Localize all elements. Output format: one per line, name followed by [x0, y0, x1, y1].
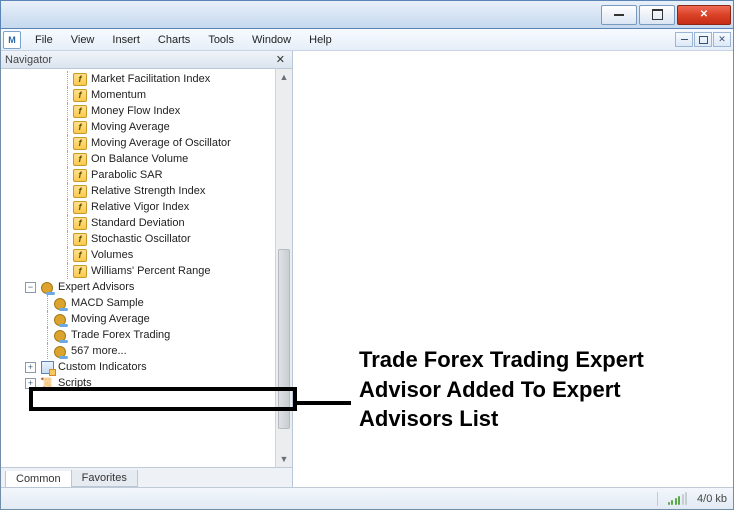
- function-icon: f: [73, 105, 87, 118]
- chart-area[interactable]: [293, 51, 733, 487]
- function-icon: f: [73, 249, 87, 262]
- tree-item[interactable]: Market Facilitation Index: [91, 73, 210, 85]
- window-minimize-button[interactable]: [601, 5, 637, 25]
- tree-item[interactable]: Moving Average of Oscillator: [91, 137, 231, 149]
- function-icon: f: [73, 201, 87, 214]
- expert-advisor-icon: [53, 345, 67, 358]
- function-icon: f: [73, 217, 87, 230]
- tree-item-ea[interactable]: MACD Sample: [71, 297, 144, 309]
- mdi-restore-button[interactable]: [694, 32, 712, 47]
- tree-item-ea[interactable]: Moving Average: [71, 313, 150, 325]
- expert-advisor-icon: [40, 281, 54, 294]
- function-icon: f: [73, 185, 87, 198]
- navigator-tabstrip: Common Favorites: [1, 467, 292, 487]
- workarea: Navigator ✕ f Market Facilitation Index f…: [1, 51, 733, 487]
- navigator-tree[interactable]: f Market Facilitation Index f Momentum f Mo…: [1, 69, 275, 467]
- tree-item[interactable]: Relative Strength Index: [91, 185, 205, 197]
- expert-advisor-icon: [53, 297, 67, 310]
- expand-toggle[interactable]: +: [25, 378, 36, 389]
- tab-favorites[interactable]: Favorites: [71, 470, 138, 487]
- mdi-minimize-button[interactable]: [675, 32, 693, 47]
- expert-advisor-icon: [53, 329, 67, 342]
- tree-item[interactable]: Money Flow Index: [91, 105, 180, 117]
- window-close-button[interactable]: [677, 5, 731, 25]
- navigator-panel: Navigator ✕ f Market Facilitation Index f…: [1, 51, 293, 487]
- function-icon: f: [73, 169, 87, 182]
- menu-window[interactable]: Window: [244, 32, 299, 48]
- function-icon: f: [73, 73, 87, 86]
- tree-item[interactable]: Standard Deviation: [91, 217, 185, 229]
- function-icon: f: [73, 153, 87, 166]
- navigator-title-bar: Navigator ✕: [1, 51, 292, 69]
- tree-folder-custom-indicators[interactable]: Custom Indicators: [58, 361, 147, 373]
- function-icon: f: [73, 265, 87, 278]
- connection-signal-icon: [668, 493, 688, 505]
- window-caption-bar: [0, 0, 734, 29]
- expert-advisor-icon: [53, 313, 67, 326]
- scroll-up-arrow[interactable]: ▲: [276, 69, 292, 85]
- mdi-close-button[interactable]: [713, 32, 731, 47]
- menu-tools[interactable]: Tools: [200, 32, 242, 48]
- tree-item[interactable]: Momentum: [91, 89, 146, 101]
- statusbar: 4/0 kb: [1, 487, 733, 509]
- menu-help[interactable]: Help: [301, 32, 340, 48]
- navigator-close-button[interactable]: ✕: [273, 53, 288, 66]
- tree-item[interactable]: Parabolic SAR: [91, 169, 163, 181]
- tree-item[interactable]: Stochastic Oscillator: [91, 233, 191, 245]
- tree-item[interactable]: Volumes: [91, 249, 133, 261]
- tree-folder-expert-advisors[interactable]: Expert Advisors: [58, 281, 134, 293]
- menu-charts[interactable]: Charts: [150, 32, 198, 48]
- tree-folder-scripts[interactable]: Scripts: [58, 377, 92, 389]
- tree-item[interactable]: Williams' Percent Range: [91, 265, 210, 277]
- function-icon: f: [73, 233, 87, 246]
- tab-common[interactable]: Common: [5, 471, 72, 488]
- status-bandwidth: 4/0 kb: [697, 493, 727, 505]
- menu-view[interactable]: View: [63, 32, 103, 48]
- tree-item-ea-more[interactable]: 567 more...: [71, 345, 127, 357]
- app-icon: M: [3, 31, 21, 49]
- navigator-title: Navigator: [5, 54, 52, 66]
- menu-file[interactable]: File: [27, 32, 61, 48]
- custom-indicator-icon: [40, 361, 54, 374]
- tree-item[interactable]: Relative Vigor Index: [91, 201, 189, 213]
- expand-toggle[interactable]: +: [25, 362, 36, 373]
- navigator-scrollbar[interactable]: ▲ ▼: [275, 69, 292, 467]
- tree-item[interactable]: Moving Average: [91, 121, 170, 133]
- expand-toggle[interactable]: −: [25, 282, 36, 293]
- scroll-down-arrow[interactable]: ▼: [276, 451, 292, 467]
- menu-insert[interactable]: Insert: [104, 32, 148, 48]
- function-icon: f: [73, 137, 87, 150]
- menubar: M File View Insert Charts Tools Window H…: [1, 29, 733, 51]
- scripts-icon: [40, 377, 54, 390]
- tree-item[interactable]: On Balance Volume: [91, 153, 188, 165]
- window-maximize-button[interactable]: [639, 5, 675, 25]
- scroll-thumb[interactable]: [278, 249, 290, 429]
- function-icon: f: [73, 89, 87, 102]
- function-icon: f: [73, 121, 87, 134]
- mdi-window-controls: [675, 32, 731, 47]
- tree-item-ea-trade-forex-trading[interactable]: Trade Forex Trading: [71, 329, 170, 341]
